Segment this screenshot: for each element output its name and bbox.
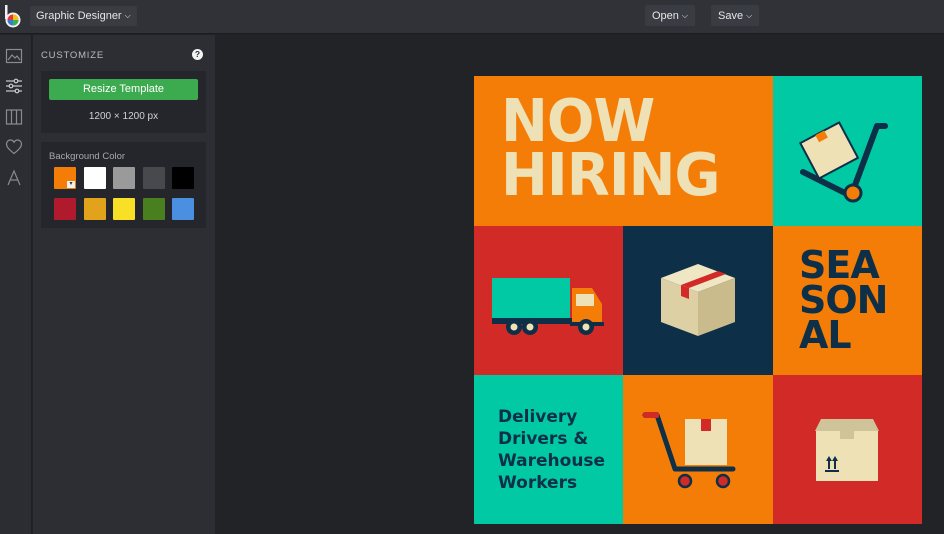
template-size-text: 1200 × 1200 px xyxy=(88,111,159,122)
swatch-dropdown-icon[interactable]: ▾ xyxy=(67,181,75,188)
package-box-icon xyxy=(661,264,735,336)
color-swatch[interactable] xyxy=(142,167,165,189)
cart-box-icon xyxy=(642,412,736,489)
open-button-label: Open xyxy=(652,10,679,22)
heart-icon[interactable] xyxy=(5,138,23,156)
open-button[interactable]: Open ⌵ xyxy=(645,5,695,26)
sliders-icon[interactable] xyxy=(5,77,23,95)
top-bar: Graphic Designer ⌵ Open ⌵ Save ⌵ xyxy=(0,0,944,34)
columns-icon[interactable] xyxy=(5,108,23,126)
text-icon[interactable] xyxy=(5,169,23,187)
hand-truck-icon xyxy=(798,121,888,203)
delivery-text-line: Drivers & xyxy=(498,429,589,449)
color-swatch[interactable] xyxy=(172,198,194,220)
resize-section: Resize Template 1200 × 1200 px xyxy=(41,71,206,133)
chevron-down-icon: ⌵ xyxy=(746,11,753,20)
headline-line: HIRING xyxy=(501,141,720,210)
color-swatch[interactable] xyxy=(142,198,165,220)
package-box-tile[interactable] xyxy=(623,226,773,375)
color-swatch[interactable] xyxy=(113,167,135,189)
seasonal-text-line: AL xyxy=(799,313,852,357)
color-swatch[interactable] xyxy=(54,198,76,220)
customize-panel: CUSTOMIZE ? Resize Template 1200 × 1200 … xyxy=(33,35,215,534)
save-button-label: Save xyxy=(718,10,744,22)
color-swatch[interactable] xyxy=(83,198,106,220)
project-menu-button[interactable]: Graphic Designer ⌵ xyxy=(30,6,137,26)
tool-sidebar xyxy=(0,35,32,534)
resize-template-button[interactable]: Resize Template xyxy=(49,79,198,100)
color-swatch[interactable] xyxy=(83,167,106,189)
image-icon[interactable] xyxy=(5,47,23,65)
color-swatch[interactable] xyxy=(172,167,194,189)
delivery-text-line: Workers xyxy=(498,473,578,493)
cart-tile[interactable] xyxy=(623,375,773,524)
chevron-down-icon: ⌵ xyxy=(681,11,688,20)
shipping-box-tile[interactable] xyxy=(773,375,922,524)
save-button[interactable]: Save ⌵ xyxy=(711,5,760,26)
delivery-text-line: Delivery xyxy=(498,407,578,427)
color-swatch[interactable] xyxy=(113,198,135,220)
chevron-down-icon: ⌵ xyxy=(124,11,131,20)
color-swatch[interactable]: ▾ xyxy=(54,167,76,189)
seasonal-tile[interactable]: SEA SON AL xyxy=(773,226,922,375)
background-color-label: Background Color xyxy=(49,151,126,162)
delivery-drivers-tile[interactable]: Delivery Drivers & Warehouse Workers xyxy=(474,375,623,524)
project-menu-label: Graphic Designer xyxy=(36,10,122,22)
delivery-text-line: Warehouse xyxy=(498,451,606,471)
app-logo-icon[interactable] xyxy=(3,5,23,29)
now-hiring-tile[interactable]: NOW HIRING xyxy=(474,76,773,226)
shipping-box-icon xyxy=(815,419,879,481)
hand-truck-tile[interactable] xyxy=(773,76,922,226)
help-icon[interactable]: ? xyxy=(192,49,203,60)
delivery-truck-icon xyxy=(492,278,604,335)
panel-title: CUSTOMIZE xyxy=(41,50,104,61)
delivery-truck-tile[interactable] xyxy=(474,226,623,375)
background-color-section: Background Color ▾ xyxy=(41,142,206,228)
